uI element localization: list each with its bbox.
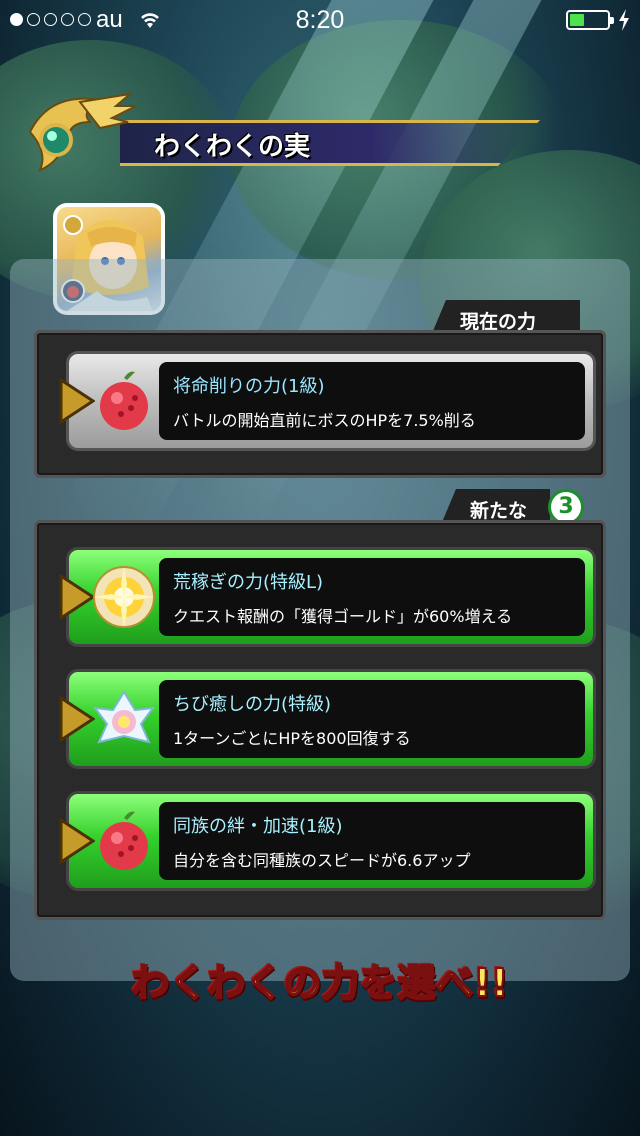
selector-arrow-icon xyxy=(59,378,95,424)
clock: 8:20 xyxy=(295,6,345,34)
selector-arrow-icon xyxy=(59,696,95,742)
title-banner: わくわくの実 xyxy=(20,92,540,182)
selector-arrow-icon xyxy=(59,574,95,620)
fruit-description: 1ターンごとにHPを800回復する xyxy=(173,729,411,748)
selector-arrow-icon xyxy=(59,818,95,864)
current-power-frame: 将命削りの力(1級) バトルの開始直前にボスのHPを7.5%削る xyxy=(34,330,606,478)
golden-burst-fruit-icon xyxy=(93,566,155,628)
fruit-name: ちび癒しの力(特級) xyxy=(173,694,332,715)
power-description: バトルの開始直前にボスのHPを7.5%削る xyxy=(173,411,476,430)
battery-icon xyxy=(566,10,614,30)
golden-wing-emblem-icon xyxy=(28,92,137,172)
fruit-option-1[interactable]: 荒稼ぎの力(特級L) クエスト報酬の「獲得ゴールド」が60%増える xyxy=(59,547,596,647)
current-power-description-box: 将命削りの力(1級) バトルの開始直前にボスのHPを7.5%削る xyxy=(159,362,585,440)
power-name: 将命削りの力(1級) xyxy=(173,376,325,397)
fruit-option-2[interactable]: ちび癒しの力(特級) 1ターンごとにHPを800回復する xyxy=(59,669,596,769)
page-title: わくわくの実 xyxy=(154,132,311,162)
current-power-slot[interactable]: 将命削りの力(1級) バトルの開始直前にボスのHPを7.5%削る xyxy=(59,351,596,451)
status-bar: au 8:20 xyxy=(0,0,640,40)
fruit-description: クエスト報酬の「獲得ゴールド」が60%増える xyxy=(173,607,513,626)
red-fruit-icon xyxy=(100,811,148,870)
charging-bolt-icon xyxy=(619,9,629,31)
fruit-option-2-description-box: ちび癒しの力(特級) 1ターンごとにHPを800回復する xyxy=(159,680,585,758)
fruit-option-3[interactable]: 同族の絆・加速(1級) 自分を含む同種族のスピードが6.6アップ xyxy=(59,791,596,891)
white-lotus-fruit-icon xyxy=(92,690,156,744)
red-fruit-icon xyxy=(100,371,148,430)
fruit-option-1-description-box: 荒稼ぎの力(特級L) クエスト報酬の「獲得ゴールド」が60%増える xyxy=(159,558,585,636)
choose-power-prompt: わくわくの力を選べ!! xyxy=(131,960,510,1006)
new-fruits-frame: 荒稼ぎの力(特級L) クエスト報酬の「獲得ゴールド」が60%増える ちび癒しの力… xyxy=(34,520,606,920)
fruit-name: 荒稼ぎの力(特級L) xyxy=(173,572,324,593)
fruit-name: 同族の絆・加速(1級) xyxy=(173,816,343,837)
fruit-option-3-description-box: 同族の絆・加速(1級) 自分を含む同種族のスピードが6.6アップ xyxy=(159,802,585,880)
fruit-description: 自分を含む同種族のスピードが6.6アップ xyxy=(173,851,471,870)
